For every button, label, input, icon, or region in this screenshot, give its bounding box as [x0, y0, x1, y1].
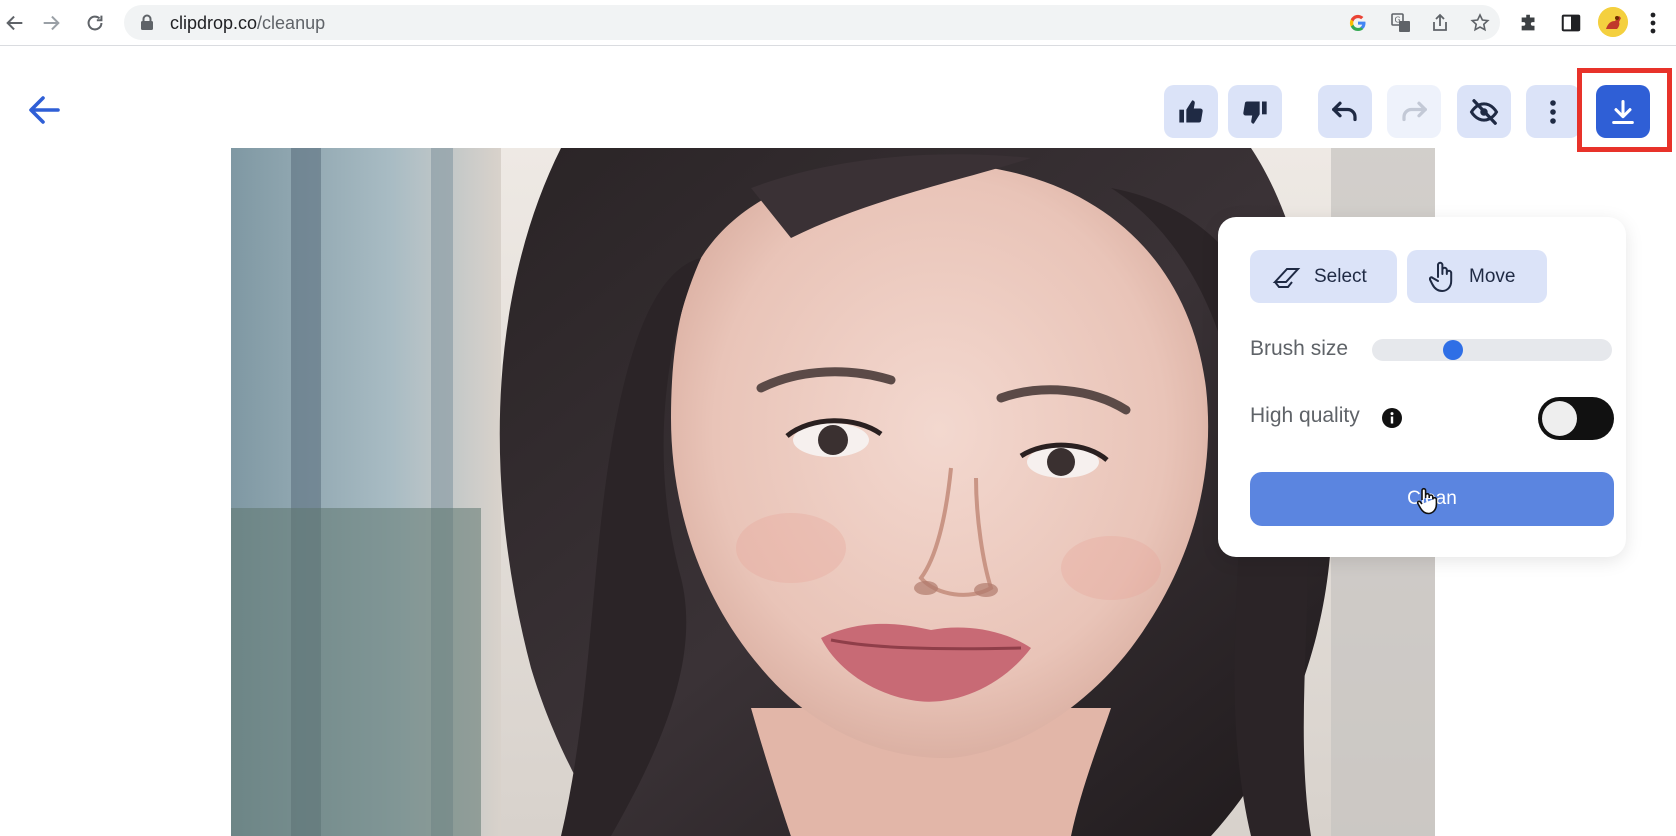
lock-icon	[141, 14, 153, 30]
google-icon[interactable]	[1346, 11, 1370, 35]
browser-menu-icon[interactable]	[1638, 8, 1668, 38]
brush-size-slider[interactable]	[1372, 339, 1612, 361]
browser-forward-button[interactable]	[36, 8, 66, 38]
translate-icon[interactable]: G	[1389, 11, 1413, 35]
hand-pointer-icon	[1429, 261, 1453, 292]
select-mode-button[interactable]: Select	[1250, 250, 1397, 303]
back-button[interactable]	[24, 90, 64, 130]
share-icon[interactable]	[1428, 11, 1452, 35]
dislike-button[interactable]	[1228, 85, 1282, 138]
address-bar[interactable]: clipdrop.co/cleanup G	[124, 5, 1500, 40]
undo-icon	[1332, 101, 1357, 121]
download-highlight-box	[1577, 68, 1672, 152]
info-icon[interactable]	[1382, 408, 1402, 428]
browser-chrome: clipdrop.co/cleanup G	[0, 0, 1676, 46]
like-button[interactable]	[1164, 85, 1218, 138]
bookmark-star-icon[interactable]	[1468, 11, 1492, 35]
high-quality-label: High quality	[1250, 404, 1360, 427]
more-options-button[interactable]	[1526, 85, 1580, 138]
brush-size-label: Brush size	[1250, 337, 1349, 360]
toggle-knob	[1542, 401, 1577, 436]
select-mode-label: Select	[1314, 265, 1367, 287]
arrow-right-icon	[43, 15, 60, 31]
arrow-left-icon	[29, 96, 60, 124]
high-quality-toggle[interactable]	[1538, 397, 1614, 440]
thumbs-down-icon	[1243, 101, 1267, 124]
redo-button[interactable]	[1387, 85, 1441, 138]
more-vertical-icon	[1550, 99, 1556, 124]
thumbs-up-icon	[1179, 99, 1203, 122]
profile-avatar[interactable]	[1598, 7, 1628, 37]
undo-button[interactable]	[1318, 85, 1372, 138]
avatar-icon	[1598, 7, 1628, 37]
move-mode-label: Move	[1469, 265, 1516, 287]
browser-back-button[interactable]	[0, 8, 30, 38]
brush-size-slider-thumb[interactable]	[1443, 340, 1464, 360]
side-panel-icon[interactable]	[1556, 8, 1586, 38]
arrow-left-icon	[6, 15, 23, 31]
browser-reload-button[interactable]	[80, 8, 110, 38]
hide-original-button[interactable]	[1457, 85, 1511, 138]
eraser-icon	[1272, 267, 1301, 288]
extensions-icon[interactable]	[1514, 8, 1544, 38]
eye-off-icon	[1469, 98, 1499, 125]
redo-icon	[1402, 101, 1427, 121]
svg-text:G: G	[1395, 16, 1401, 25]
move-mode-button[interactable]: Move	[1407, 250, 1547, 303]
hand-cursor-icon	[1416, 487, 1438, 515]
url-text: clipdrop.co/cleanup	[170, 13, 326, 33]
reload-icon	[87, 15, 103, 31]
